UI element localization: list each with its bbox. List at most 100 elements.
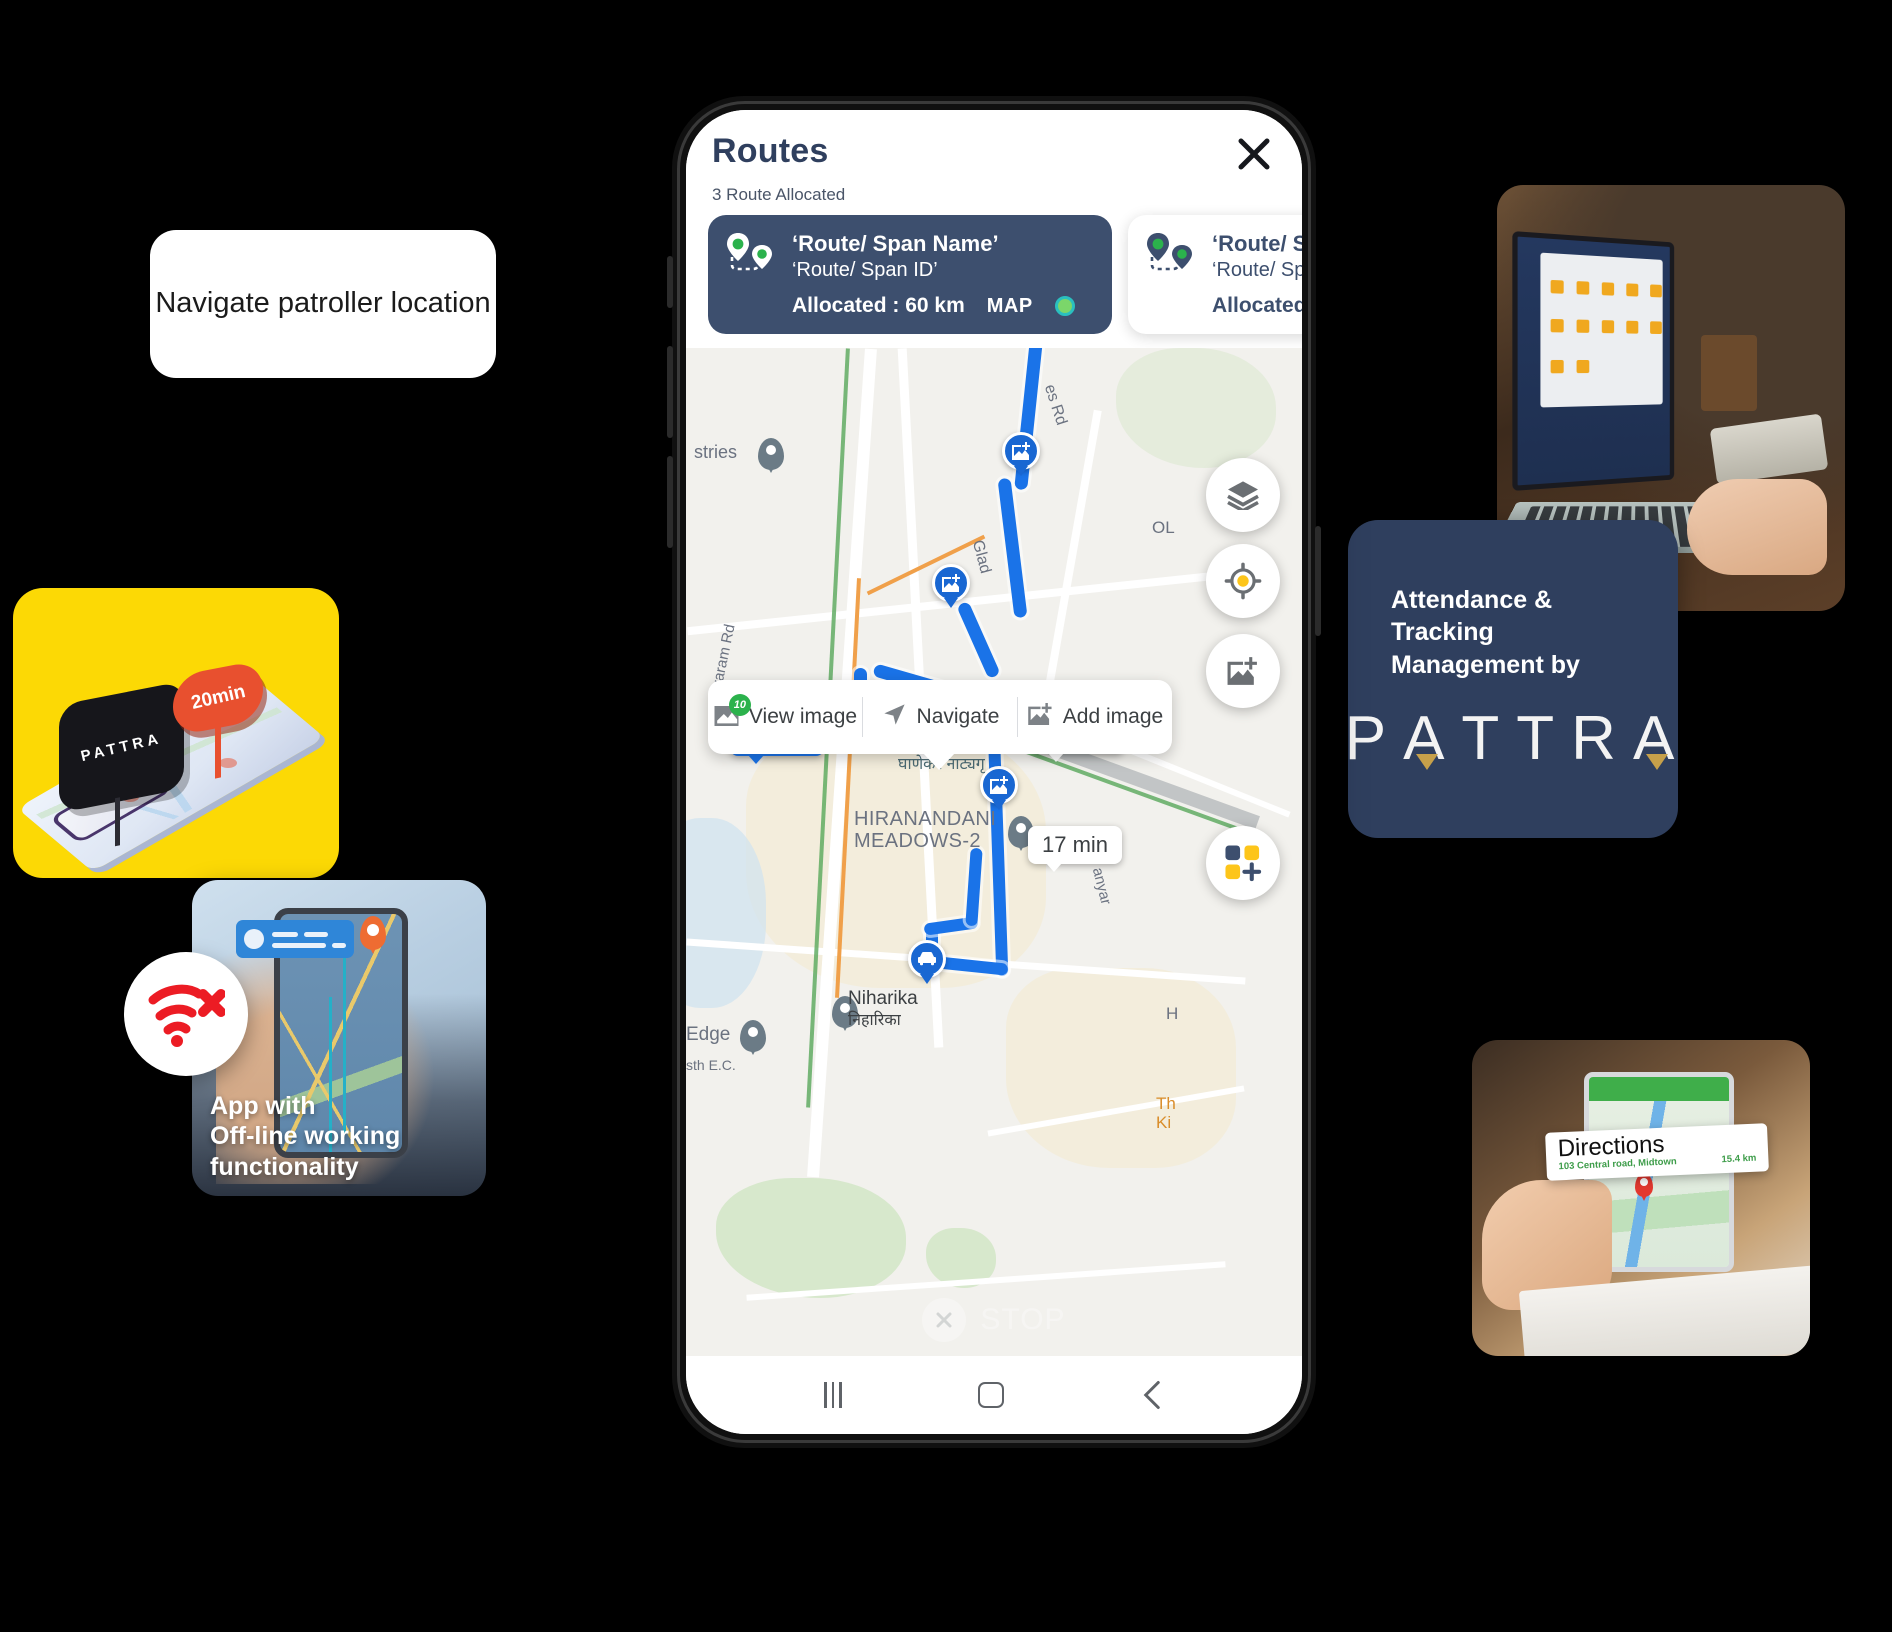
- iso-brand-text: PATTRA: [79, 729, 163, 764]
- phone-button-volume-up[interactable]: [667, 346, 673, 438]
- allocated-label: Allocated :: [1212, 294, 1302, 317]
- route-card-body: ‘Route/ Span Name’ ‘Route/ Span ID’ Allo…: [1212, 231, 1302, 318]
- poster-canvas: Navigate patroller location PATTRA 20min: [0, 0, 1892, 1632]
- allocated-value: 60 km: [905, 294, 965, 317]
- navigate-label: Navigate: [917, 705, 1000, 729]
- map-pin-icon: [360, 916, 386, 950]
- route-allocated: Allocated : 60 km: [1212, 294, 1302, 318]
- logo-letter-t2: T: [1516, 703, 1561, 774]
- add-image-fab[interactable]: [1206, 634, 1280, 708]
- stop-close-icon: [922, 1298, 966, 1342]
- map-label: Edge: [686, 1024, 730, 1045]
- hand-on-trackpad: [1687, 479, 1827, 575]
- home-icon[interactable]: [978, 1382, 1004, 1408]
- image-count-badge: 10: [729, 694, 751, 716]
- pattra-card-title: Attendance & Tracking Management by: [1391, 584, 1635, 682]
- map-label: stries: [694, 442, 737, 462]
- tooltip-avatar: [244, 929, 264, 949]
- route-card[interactable]: ‘Route/ Span Name’ ‘Route/ Span ID’ Allo…: [1128, 215, 1302, 334]
- logo-letter-a1: A: [1403, 703, 1451, 774]
- iso-eta-text: 20min: [189, 681, 247, 715]
- logo-letter-a2: A: [1633, 703, 1678, 774]
- phone-button-power[interactable]: [1315, 526, 1321, 636]
- map-layers-button[interactable]: [1206, 458, 1280, 532]
- routes-carousel[interactable]: ‘Route/ Span Name’ ‘Route/ Span ID’ Allo…: [686, 205, 1302, 348]
- callout-text: Navigate patroller location: [155, 285, 490, 323]
- offline-line-3: functionality: [210, 1152, 474, 1183]
- phone-screen: Routes 3 Route Allocated ‘Route/ Span Na…: [686, 110, 1302, 1434]
- card-pattra-brand: Attendance & Tracking Management by P A …: [1348, 520, 1678, 838]
- iso-pin-shadow-2: [219, 758, 237, 768]
- map-poi-pin: [740, 1020, 766, 1052]
- logo-letter-r: R: [1571, 703, 1623, 774]
- image-icon: 10: [713, 702, 740, 732]
- route-card[interactable]: ‘Route/ Span Name’ ‘Route/ Span ID’ Allo…: [708, 215, 1112, 334]
- stop-label: STOP: [980, 1303, 1065, 1337]
- pattra-title-line-1: Attendance & Tracking: [1391, 584, 1635, 649]
- allocated-label: Allocated :: [792, 294, 899, 317]
- navigation-arrow-icon: [881, 701, 908, 734]
- tooltip-line: [272, 932, 298, 937]
- routes-count-label: 3 Route Allocated: [712, 185, 1276, 205]
- route-allocated: Allocated : 60 km: [792, 294, 965, 318]
- tooltip-tail: [922, 752, 956, 770]
- my-location-button[interactable]: [1206, 544, 1280, 618]
- map-label: Niharika निहारिका: [848, 988, 918, 1031]
- route-id: ‘Route/ Span ID’: [792, 259, 1094, 282]
- logo-letter-p: P: [1348, 703, 1393, 774]
- route-pins-icon: [1146, 231, 1198, 281]
- map-marker-image[interactable]: [932, 564, 970, 602]
- route-name: ‘Route/ Span Name’: [792, 231, 1094, 257]
- route-name: ‘Route/ Span Name’: [1212, 231, 1302, 257]
- add-image-icon: [1027, 702, 1054, 732]
- map-marker-vehicle[interactable]: [908, 940, 946, 978]
- pattra-title-line-2: Management by: [1391, 649, 1635, 682]
- route-id: ‘Route/ Span ID’: [1212, 259, 1302, 282]
- stop-tracking-button[interactable]: STOP: [686, 1284, 1302, 1356]
- android-navigation-bar: [686, 1356, 1302, 1434]
- map-label: OL: [1152, 518, 1175, 537]
- offline-line-1: App with: [210, 1091, 474, 1122]
- map-label: Th Ki: [1156, 1094, 1176, 1132]
- pattra-logo: P A T T R A: [1348, 703, 1678, 774]
- page-title: Routes: [712, 132, 1276, 171]
- pen-holder: [1701, 335, 1757, 411]
- navigate-button[interactable]: Navigate: [863, 701, 1017, 734]
- offline-card-text: App with Off-line working functionality: [210, 1091, 474, 1183]
- eta-value: 17 min: [1042, 832, 1108, 857]
- route-map-button[interactable]: MAP: [987, 295, 1033, 318]
- status-badge: [1055, 296, 1075, 316]
- view-image-button[interactable]: 10 View image: [708, 702, 862, 732]
- route-card-footer: Allocated : 60 km MAP: [1212, 294, 1302, 318]
- card-route-illustration: PATTRA 20min: [13, 588, 339, 878]
- directions-overlay: Directions 103 Central road, Midtown 15.…: [1545, 1123, 1769, 1181]
- back-icon[interactable]: [1140, 1380, 1164, 1410]
- map-view[interactable]: stries Dr. KashinathGhanekar Naty डॉ. का…: [686, 348, 1302, 1356]
- view-image-label: View image: [749, 705, 857, 729]
- map-label: H: [1166, 1004, 1178, 1023]
- callout-navigate-patroller: Navigate patroller location: [150, 230, 496, 378]
- phone-button-mute[interactable]: [667, 256, 673, 308]
- photo-tablet-directions: Directions 103 Central road, Midtown 15.…: [1472, 1040, 1810, 1356]
- tooltip-line: [304, 932, 328, 937]
- map-marker-image[interactable]: [1002, 432, 1040, 470]
- calculator: [1710, 413, 1829, 484]
- isometric-map-illustration: PATTRA 20min: [13, 588, 339, 878]
- map-label: sth E.C.: [686, 1058, 736, 1074]
- tooltip-line: [272, 943, 326, 948]
- phone-mockup: Routes 3 Route Allocated ‘Route/ Span Na…: [672, 96, 1316, 1448]
- add-image-label: Add image: [1063, 705, 1163, 729]
- phone-button-volume-down[interactable]: [667, 456, 673, 548]
- wifi-off-icon: [124, 952, 248, 1076]
- app-header: Routes 3 Route Allocated: [686, 110, 1302, 205]
- route-card-footer: Allocated : 60 km MAP: [792, 294, 1094, 318]
- offline-line-2: Off-line working: [210, 1121, 474, 1152]
- route-pins-icon: [726, 231, 778, 281]
- recents-icon[interactable]: [824, 1382, 842, 1408]
- logo-letter-t1: T: [1461, 703, 1506, 774]
- add-image-button[interactable]: Add image: [1018, 702, 1172, 732]
- apps-add-button[interactable]: [1206, 826, 1280, 900]
- close-icon[interactable]: [1232, 132, 1276, 176]
- tablet-app-bar: [1589, 1077, 1729, 1101]
- eta-pill: 17 min: [1028, 826, 1122, 864]
